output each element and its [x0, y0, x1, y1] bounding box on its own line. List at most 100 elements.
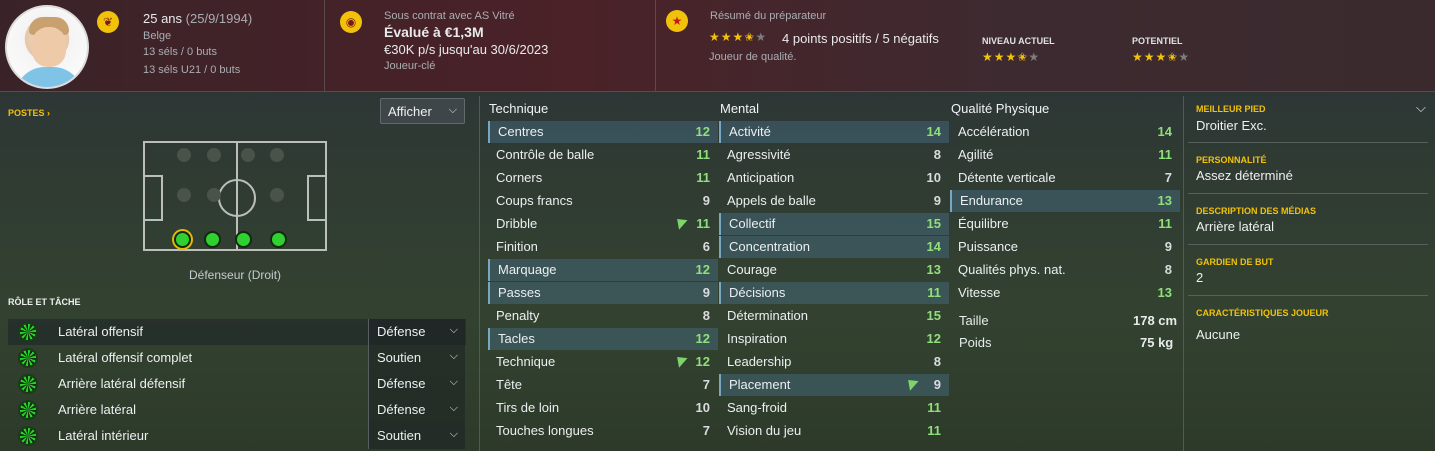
chevron-down-icon: ⌵ — [449, 350, 458, 362]
player-wage: €30K p/s jusqu'au 30/6/2023 — [384, 42, 549, 57]
attribute-row[interactable]: Concentration 14 — [719, 236, 949, 258]
divider — [1188, 244, 1428, 245]
attribute-value: 12 — [695, 354, 710, 369]
attribute-name: Concentration — [729, 239, 810, 254]
attribute-row[interactable]: Technique 12 — [488, 351, 718, 373]
attribute-value: 15 — [926, 308, 941, 323]
duty-dropdown[interactable]: Défense ⌵ — [368, 371, 465, 397]
attribute-row[interactable]: Penalty 8 — [488, 305, 718, 327]
role-row[interactable]: Arrière latéral Défense ⌵ — [8, 397, 466, 423]
attribute-row[interactable]: Touches longues 7 — [488, 420, 718, 442]
attribute-value: 8 — [933, 354, 941, 369]
attribute-row[interactable]: Décisions 11 — [719, 282, 949, 304]
player-nationality: Belge — [143, 30, 172, 42]
attribute-row[interactable]: Tête 7 — [488, 374, 718, 396]
attribute-row[interactable]: Corners 11 — [488, 167, 718, 189]
attribute-value: 11 — [927, 423, 941, 438]
player-header: ❦ 25 ans (25/9/1994) Belge 13 séls / 0 b… — [0, 0, 1435, 92]
potential-ability-stars: ★★★✬★ — [1132, 50, 1191, 64]
attribute-row[interactable]: Activité 14 — [719, 121, 949, 143]
attribute-row[interactable]: Tacles 12 — [488, 328, 718, 350]
attribute-row[interactable]: Anticipation 10 — [719, 167, 949, 189]
attribute-name: Détente verticale — [958, 170, 1056, 185]
position-dot-centre-back[interactable] — [235, 231, 252, 248]
trend-arrow-icon — [677, 217, 689, 230]
attribute-row[interactable]: Passes 9 — [488, 282, 718, 304]
attribute-row[interactable]: Centres 12 — [488, 121, 718, 143]
duty-dropdown[interactable]: Défense ⌵ — [368, 319, 465, 345]
attribute-name: Finition — [496, 239, 538, 254]
position-label: Défenseur (Droit) — [189, 268, 282, 282]
role-suitability-icon — [18, 426, 38, 446]
attribute-value: 11 — [696, 147, 710, 162]
role-row[interactable]: Latéral offensif complet Soutien ⌵ — [8, 345, 466, 371]
duty-dropdown[interactable]: Défense ⌵ — [368, 397, 465, 423]
preferred-foot-value: Droitier Exc. — [1196, 118, 1267, 133]
attribute-value: 7 — [1164, 170, 1172, 185]
attribute-row[interactable]: Vitesse 13 — [950, 282, 1180, 304]
attribute-row[interactable]: Placement 9 — [719, 374, 949, 396]
attribute-row[interactable]: Marquage 12 — [488, 259, 718, 281]
attribute-row[interactable]: Qualités phys. nat. 8 — [950, 259, 1180, 281]
divider — [1188, 295, 1428, 296]
attribute-row[interactable]: Leadership 8 — [719, 351, 949, 373]
attribute-row[interactable]: Détermination 15 — [719, 305, 949, 327]
attribute-name: Équilibre — [958, 216, 1009, 231]
attribute-value: 9 — [702, 285, 710, 300]
position-dot-left-back[interactable] — [270, 231, 287, 248]
duty-dropdown[interactable]: Soutien ⌵ — [368, 423, 465, 449]
attribute-value: 9 — [1164, 239, 1172, 254]
attribute-row[interactable]: Inspiration 12 — [719, 328, 949, 350]
attribute-row[interactable]: Contrôle de balle 11 — [488, 144, 718, 166]
duty-dropdown[interactable]: Soutien ⌵ — [368, 345, 465, 371]
attribute-row[interactable]: Courage 13 — [719, 259, 949, 281]
attribute-name: Accélération — [958, 124, 1030, 139]
attribute-value: 15 — [926, 216, 941, 231]
role-row[interactable]: Latéral intérieur Soutien ⌵ — [8, 423, 466, 449]
attribute-row[interactable]: Tirs de loin 10 — [488, 397, 718, 419]
position-dot — [207, 148, 221, 162]
role-suitability-icon — [18, 400, 38, 420]
attribute-row[interactable]: Finition 6 — [488, 236, 718, 258]
attribute-row[interactable]: Appels de balle 9 — [719, 190, 949, 212]
role-row[interactable]: Latéral offensif Défense ⌵ — [8, 319, 466, 345]
attribute-row[interactable]: Sang-froid 11 — [719, 397, 949, 419]
attribute-name: Touches longues — [496, 423, 594, 438]
duty-label: Soutien — [377, 428, 422, 443]
position-dot-centre-back[interactable] — [204, 231, 221, 248]
attribute-row[interactable]: Agilité 11 — [950, 144, 1180, 166]
player-caps: 13 séls / 0 buts — [143, 46, 217, 58]
attribute-row[interactable]: Puissance 9 — [950, 236, 1180, 258]
role-suitability-icon — [18, 348, 38, 368]
attribute-row[interactable]: Endurance 13 — [950, 190, 1180, 212]
position-dot — [270, 148, 284, 162]
attribute-row[interactable]: Agressivité 8 — [719, 144, 949, 166]
position-dot-right-back[interactable] — [174, 231, 191, 248]
attribute-row[interactable]: Coups francs 9 — [488, 190, 718, 212]
goalkeeper-value: 2 — [1196, 270, 1204, 285]
attribute-value: 11 — [696, 170, 710, 185]
trend-arrow-icon — [908, 378, 920, 391]
trend-arrow-icon — [677, 355, 689, 368]
show-dropdown[interactable]: Afficher ⌵ — [380, 98, 465, 124]
attribute-name: Penalty — [496, 308, 540, 323]
personality-value: Assez déterminé — [1196, 168, 1293, 183]
role-row[interactable]: Arrière latéral défensif Défense ⌵ — [8, 371, 466, 397]
attribute-row[interactable]: Dribble 11 — [488, 213, 718, 235]
divider — [1188, 193, 1428, 194]
technique-heading: Technique — [489, 101, 549, 116]
attribute-name: Décisions — [729, 285, 786, 300]
attribute-row[interactable]: Accélération 14 — [950, 121, 1180, 143]
attribute-row[interactable]: Détente verticale 7 — [950, 167, 1180, 189]
attribute-value: 9 — [933, 193, 941, 208]
attribute-row[interactable]: Équilibre 11 — [950, 213, 1180, 235]
club-badge-icon: ◉ — [340, 11, 362, 33]
weight-value: 75 kg — [1140, 335, 1174, 350]
attribute-name: Collectif — [729, 216, 776, 231]
positions-link[interactable]: POSTES › — [8, 108, 50, 118]
attribute-name: Contrôle de balle — [496, 147, 595, 162]
attribute-name: Activité — [729, 124, 771, 139]
chevron-down-icon[interactable]: ⌵ — [1416, 100, 1426, 116]
attribute-row[interactable]: Collectif 15 — [719, 213, 949, 235]
attribute-row[interactable]: Vision du jeu 11 — [719, 420, 949, 442]
